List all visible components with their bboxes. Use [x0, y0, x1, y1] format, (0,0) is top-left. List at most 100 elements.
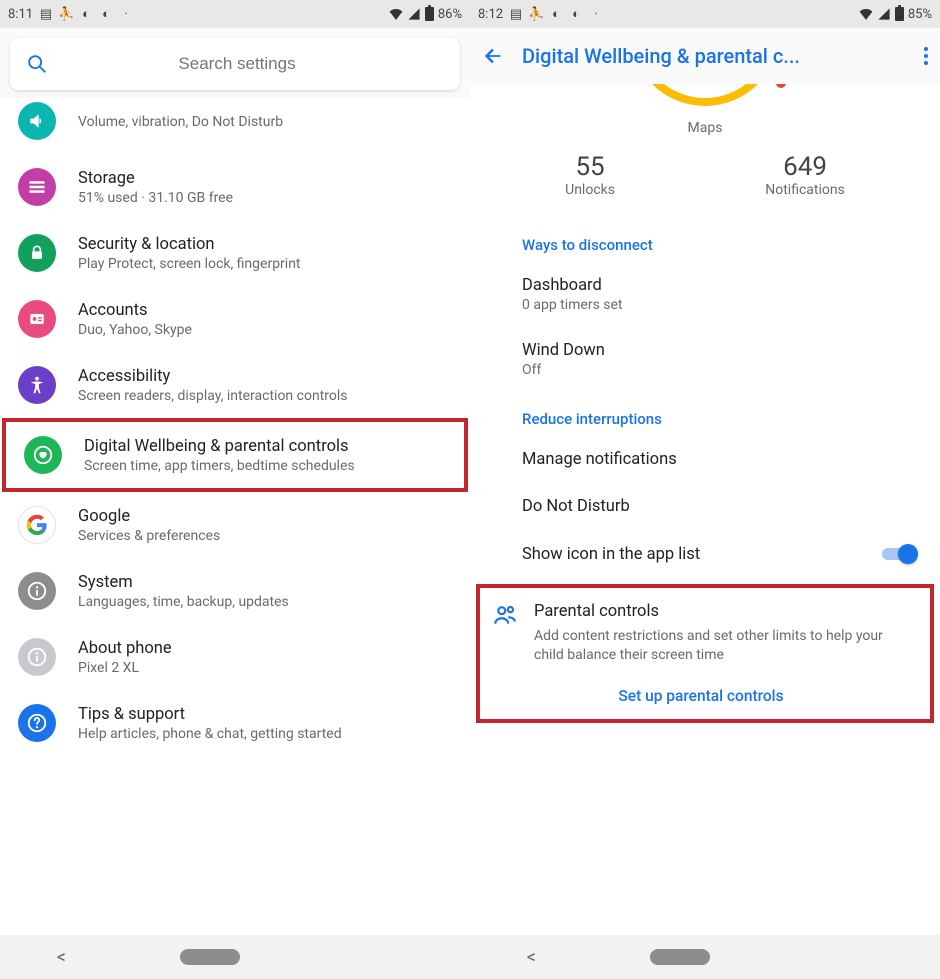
unlocks-value: 55	[565, 152, 615, 182]
parental-setup-link[interactable]: Set up parental controls	[492, 687, 910, 705]
settings-item-security[interactable]: Security & location Play Protect, screen…	[0, 220, 470, 286]
search-bar[interactable]	[10, 38, 460, 90]
nav-back-button[interactable]: <	[527, 947, 536, 968]
info-icon	[18, 638, 56, 676]
unlocks-label: Unlocks	[565, 182, 615, 198]
settings-item-system[interactable]: System Languages, time, backup, updates	[0, 558, 470, 624]
overflow-menu-button[interactable]	[924, 47, 928, 65]
show-icon-toggle[interactable]	[882, 544, 918, 564]
settings-item-about-phone[interactable]: About phone Pixel 2 XL	[0, 624, 470, 690]
settings-item-subtitle: Screen readers, display, interaction con…	[78, 388, 347, 404]
row-title: Wind Down	[522, 341, 918, 360]
settings-item-accessibility[interactable]: Accessibility Screen readers, display, i…	[0, 352, 470, 418]
app-bar: Digital Wellbeing & parental c...	[470, 28, 940, 84]
settings-item-title: Security & location	[78, 235, 301, 254]
settings-item-accounts[interactable]: Accounts Duo, Yahoo, Skype	[0, 286, 470, 352]
settings-item-title: Digital Wellbeing & parental controls	[84, 437, 355, 456]
row-title: Do Not Disturb	[522, 497, 918, 516]
parental-icon	[492, 602, 518, 628]
nav-bar: <	[470, 935, 940, 979]
row-title: Manage notifications	[522, 450, 918, 469]
search-input[interactable]	[30, 54, 444, 74]
notifications-value: 649	[765, 152, 845, 182]
status-icon: ◐	[99, 7, 113, 21]
google-icon	[18, 506, 56, 544]
back-button[interactable]	[482, 45, 504, 67]
status-bar: 8:12 ▤ ⛹ ◐ ◐ · 85%	[470, 0, 940, 28]
battery-percent: 86%	[438, 7, 462, 22]
settings-item-title: Tips & support	[78, 705, 342, 724]
signal-icon	[877, 7, 891, 21]
wellbeing-icon	[24, 436, 62, 474]
accessibility-icon	[18, 366, 56, 404]
show-icon-row[interactable]: Show icon in the app list	[470, 530, 940, 578]
battery-icon	[425, 7, 434, 21]
accounts-icon	[18, 300, 56, 338]
manage-notifications-row[interactable]: Manage notifications	[470, 436, 940, 483]
settings-item-subtitle: 51% used · 31.10 GB free	[78, 190, 233, 206]
help-icon	[18, 704, 56, 742]
highlight-digital-wellbeing: Digital Wellbeing & parental controls Sc…	[2, 418, 468, 492]
status-icon: ▤	[509, 7, 523, 21]
unlocks-stat[interactable]: 55 Unlocks	[565, 152, 615, 198]
usage-chart-fragment	[640, 84, 770, 118]
settings-item-storage[interactable]: Storage 51% used · 31.10 GB free	[0, 154, 470, 220]
usage-chart-label: Maps	[470, 120, 940, 136]
status-icon: ·	[119, 7, 133, 21]
wifi-icon	[389, 7, 403, 21]
do-not-disturb-row[interactable]: Do Not Disturb	[470, 483, 940, 530]
digital-wellbeing-screen: 8:12 ▤ ⛹ ◐ ◐ · 85% Digital Wellbeing & p…	[470, 0, 940, 979]
settings-item-sound[interactable]: Volume, vibration, Do Not Disturb	[0, 98, 470, 154]
settings-item-title: About phone	[78, 639, 172, 658]
nav-back-button[interactable]: <	[57, 947, 66, 968]
row-title: Dashboard	[522, 276, 918, 295]
status-icon: ⛹	[59, 7, 73, 21]
settings-item-subtitle: Play Protect, screen lock, fingerprint	[78, 256, 301, 272]
settings-item-title: Google	[78, 507, 220, 526]
settings-item-google[interactable]: Google Services & preferences	[0, 492, 470, 558]
settings-item-title: Storage	[78, 169, 233, 188]
status-time: 8:12	[478, 7, 503, 22]
settings-item-subtitle: Pixel 2 XL	[78, 660, 172, 676]
content: Maps 55 Unlocks 649 Notifications Ways t…	[470, 84, 940, 935]
battery-icon	[895, 7, 904, 21]
section-header: Ways to disconnect	[470, 218, 940, 262]
signal-icon	[407, 7, 421, 21]
storage-icon	[18, 168, 56, 206]
nav-bar: <	[0, 935, 470, 979]
settings-item-subtitle: Screen time, app timers, bedtime schedul…	[84, 458, 355, 474]
parental-desc: Add content restrictions and set other l…	[534, 627, 910, 665]
settings-item-subtitle: Duo, Yahoo, Skype	[78, 322, 192, 338]
settings-item-subtitle: Services & preferences	[78, 528, 220, 544]
settings-item-digital-wellbeing[interactable]: Digital Wellbeing & parental controls Sc…	[6, 422, 464, 488]
winddown-row[interactable]: Wind Down Off	[470, 327, 940, 392]
status-bar: 8:11 ▤ ⛹ ◐ ◐ · 86%	[0, 0, 470, 28]
settings-item-subtitle: Languages, time, backup, updates	[78, 594, 289, 610]
status-icon: ◐	[569, 7, 583, 21]
status-time: 8:11	[8, 7, 33, 22]
nav-home-button[interactable]	[650, 949, 710, 965]
dashboard-row[interactable]: Dashboard 0 app timers set	[470, 262, 940, 327]
settings-list: Volume, vibration, Do Not Disturb Storag…	[0, 98, 470, 935]
notifications-stat[interactable]: 649 Notifications	[765, 152, 845, 198]
section-header: Reduce interruptions	[470, 392, 940, 436]
settings-item-tips-support[interactable]: Tips & support Help articles, phone & ch…	[0, 690, 470, 756]
notifications-label: Notifications	[765, 182, 845, 198]
sound-icon	[18, 102, 56, 140]
lock-icon	[18, 234, 56, 272]
status-icon: ▤	[39, 7, 53, 21]
battery-percent: 85%	[908, 7, 932, 22]
settings-item-subtitle: Help articles, phone & chat, getting sta…	[78, 726, 342, 742]
row-subtitle: Off	[522, 362, 918, 378]
settings-item-title: Accessibility	[78, 367, 347, 386]
info-icon	[18, 572, 56, 610]
nav-home-button[interactable]	[180, 949, 240, 965]
highlight-parental-controls: Parental controls Add content restrictio…	[476, 584, 934, 723]
settings-item-subtitle: Volume, vibration, Do Not Disturb	[78, 114, 283, 130]
stats-row: 55 Unlocks 649 Notifications	[470, 146, 940, 218]
status-icon: ⛹	[529, 7, 543, 21]
status-icon: ◐	[549, 7, 563, 21]
row-subtitle: 0 app timers set	[522, 297, 918, 313]
status-icon: ◐	[79, 7, 93, 21]
status-icon: ·	[589, 7, 603, 21]
